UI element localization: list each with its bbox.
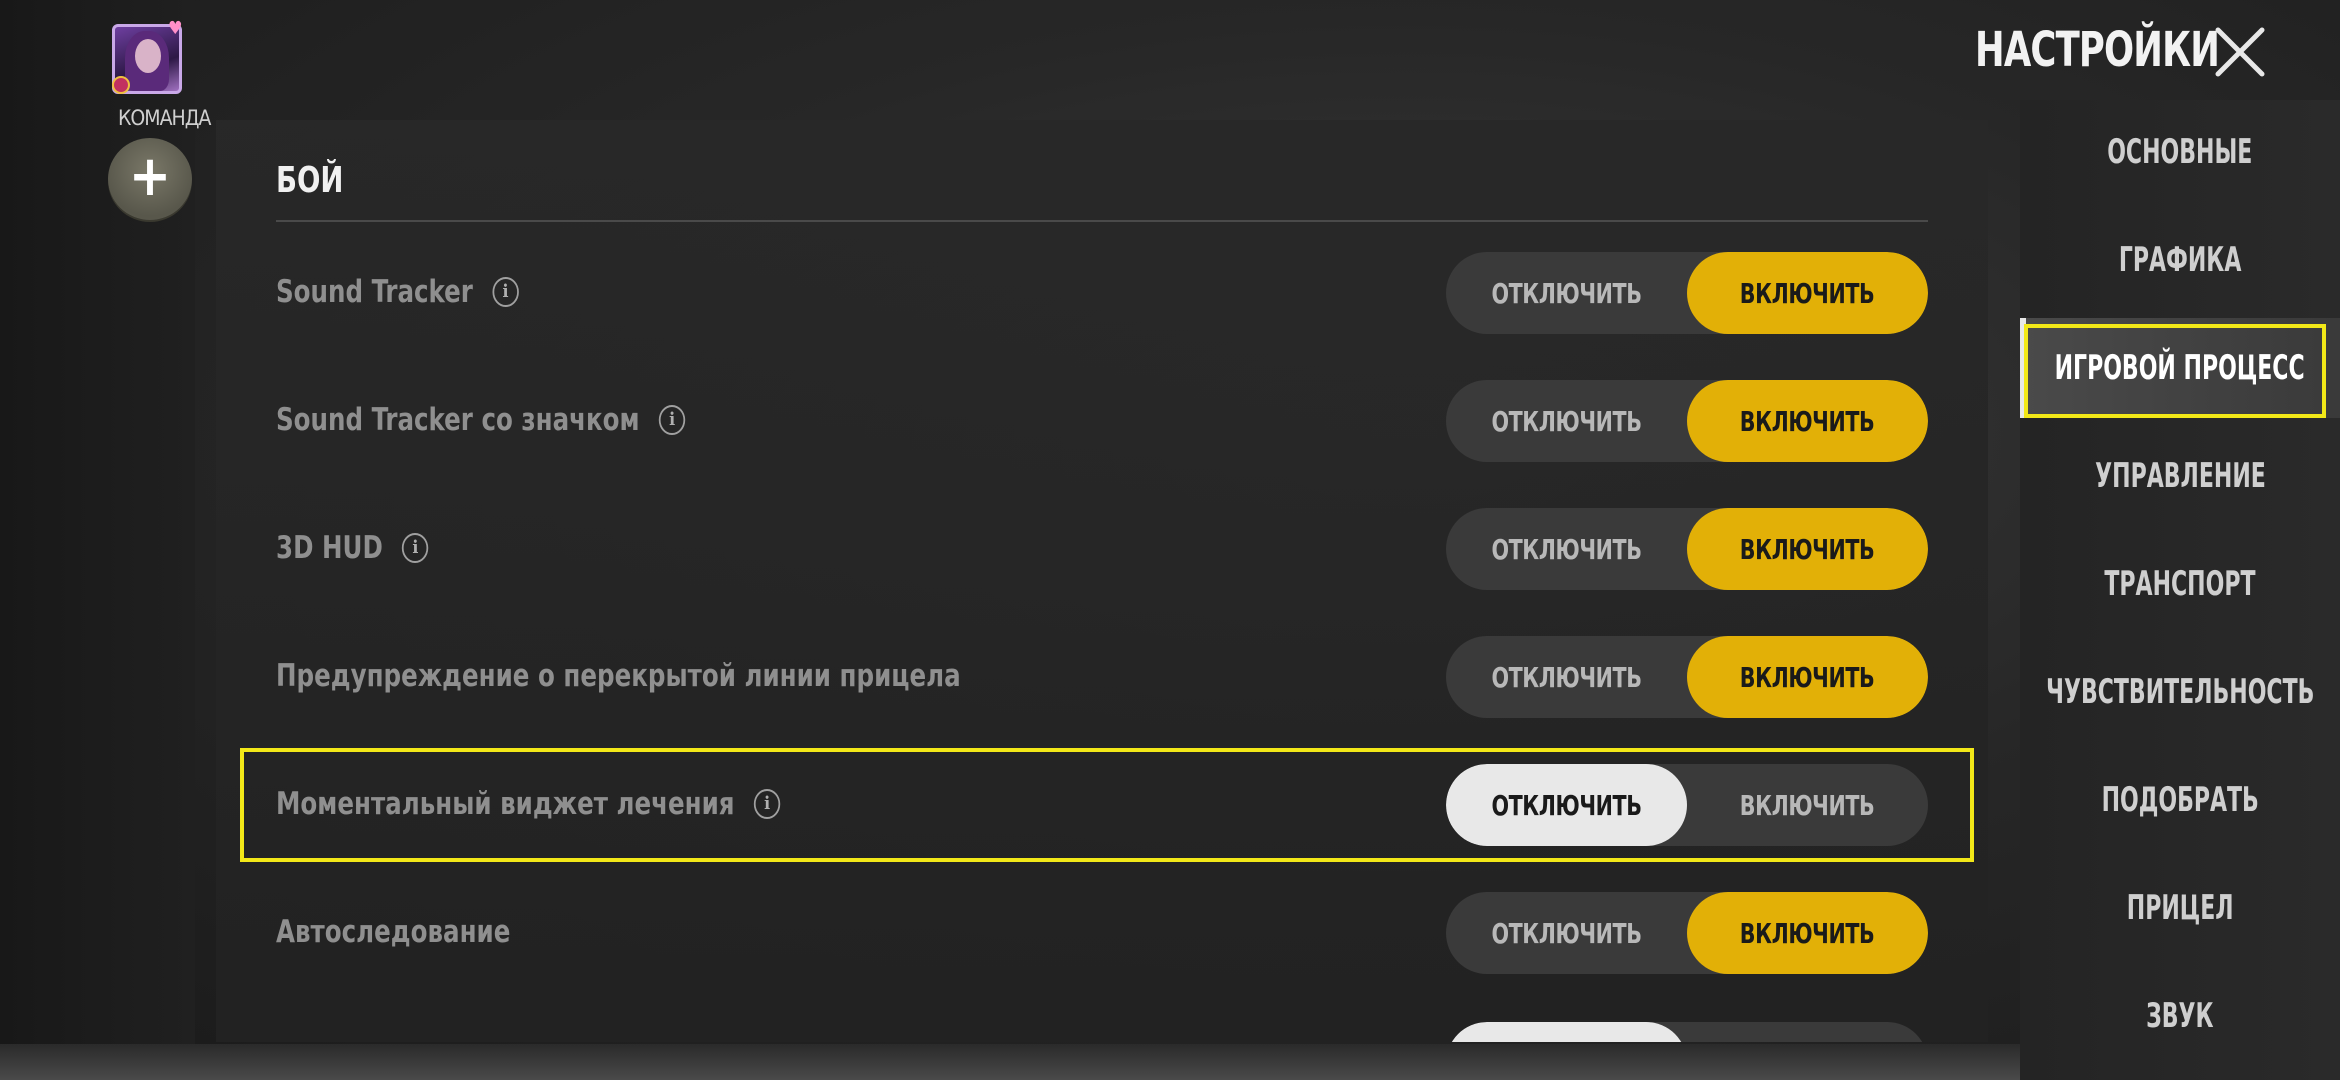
add-team-member-button[interactable]: + [108, 138, 192, 220]
toggle-on-label: ВКЛЮЧИТЬ [1740, 660, 1875, 694]
setting-label: 3D HUD i [276, 488, 429, 608]
sidebar-item-label: ПОДОБРАТЬ [2101, 780, 2259, 820]
toggle-off-label: ОТКЛЮЧИТЬ [1491, 276, 1642, 310]
section-title: БОЙ [276, 160, 344, 201]
setting-label-text: 3D HUD [276, 530, 383, 566]
setting-row: Моментальный виджет лечения i ОТКЛЮЧИТЬ ВКЛ… [216, 744, 1988, 864]
setting-label-text: Sound Tracker [276, 274, 473, 310]
toggle-switch-partial[interactable] [1446, 1022, 1928, 1042]
sidebar-item-label: ПРИЦЕЛ [2126, 888, 2234, 928]
setting-label: Sound Tracker со значком i [276, 360, 686, 480]
heart-icon: ♥ [168, 18, 183, 39]
toggle-on-button[interactable]: ВКЛЮЧИТЬ [1687, 636, 1928, 718]
settings-sidebar: ОСНОВНЫЕ ГРАФИКА ИГРОВОЙ ПРОЦЕСС УПРАВЛЕНИЕ… [2020, 100, 2340, 1080]
toggle-off-button[interactable]: ОТКЛЮЧИТЬ [1446, 636, 1687, 718]
sidebar-item-label: УПРАВЛЕНИЕ [2094, 456, 2266, 496]
section-divider [276, 220, 1928, 222]
close-icon[interactable] [2212, 24, 2268, 80]
toggle-on-button[interactable] [1687, 1022, 1928, 1042]
toggle-off-label: ОТКЛЮЧИТЬ [1491, 532, 1642, 566]
settings-panel: БОЙ Sound Tracker i ОТКЛЮЧИТЬ ВКЛЮЧИТЬ Sound… [216, 120, 1988, 1042]
toggle-on-label: ВКЛЮЧИТЬ [1740, 916, 1875, 950]
toggle-switch: ОТКЛЮЧИТЬ ВКЛЮЧИТЬ [1446, 252, 1928, 334]
setting-label: Sound Tracker i [276, 232, 519, 352]
toggle-off-button[interactable]: ОТКЛЮЧИТЬ [1446, 508, 1687, 590]
info-icon[interactable]: i [492, 277, 519, 307]
sidebar-item[interactable]: ИГРОВОЙ ПРОЦЕСС [2020, 318, 2340, 418]
sidebar-item[interactable]: ТРАНСПОРТ [2020, 534, 2340, 634]
toggle-on-button[interactable]: ВКЛЮЧИТЬ [1687, 892, 1928, 974]
toggle-on-label: ВКЛЮЧИТЬ [1740, 788, 1875, 822]
setting-label-text: Автоследование [276, 914, 511, 950]
setting-label-text: Sound Tracker со значком [276, 402, 640, 438]
page-title: НАСТРОЙКИ [1975, 22, 2220, 78]
setting-row: Предупреждение о перекрытой линии прицел… [216, 616, 1988, 736]
setting-label-text: Моментальный виджет лечения [276, 786, 735, 822]
toggle-switch: ОТКЛЮЧИТЬ ВКЛЮЧИТЬ [1446, 892, 1928, 974]
setting-label: Предупреждение о перекрытой линии прицел… [276, 616, 961, 736]
toggle-off-label: ОТКЛЮЧИТЬ [1491, 916, 1642, 950]
sidebar-item[interactable]: ЧУВСТВИТЕЛЬНОСТЬ [2020, 642, 2340, 742]
toggle-on-button[interactable]: ВКЛЮЧИТЬ [1687, 252, 1928, 334]
setting-label: Моментальный виджет лечения i [276, 744, 781, 864]
toggle-switch: ОТКЛЮЧИТЬ ВКЛЮЧИТЬ [1446, 764, 1928, 846]
setting-row: 3D HUD i ОТКЛЮЧИТЬ ВКЛЮЧИТЬ [216, 488, 1988, 608]
toggle-off-button[interactable] [1446, 1022, 1687, 1042]
toggle-off-button[interactable]: ОТКЛЮЧИТЬ [1446, 380, 1687, 462]
avatar-face [135, 39, 161, 73]
sidebar-item-label: ОСНОВНЫЕ [2107, 132, 2253, 172]
sidebar-item-label: ТРАНСПОРТ [2104, 564, 2256, 604]
sidebar-item[interactable]: ЗВУК [2020, 966, 2340, 1066]
toggle-switch: ОТКЛЮЧИТЬ ВКЛЮЧИТЬ [1446, 508, 1928, 590]
toggle-off-button[interactable]: ОТКЛЮЧИТЬ [1446, 764, 1687, 846]
toggle-on-button[interactable]: ВКЛЮЧИТЬ [1687, 764, 1928, 846]
info-icon[interactable]: i [753, 789, 781, 819]
toggle-on-button[interactable]: ВКЛЮЧИТЬ [1687, 380, 1928, 462]
plus-icon: + [128, 144, 172, 209]
sidebar-item-label: ЗВУК [2146, 996, 2214, 1036]
toggle-off-label: ОТКЛЮЧИТЬ [1491, 660, 1642, 694]
toggle-off-label: ОТКЛЮЧИТЬ [1491, 404, 1642, 438]
toggle-switch: ОТКЛЮЧИТЬ ВКЛЮЧИТЬ [1446, 380, 1928, 462]
sidebar-item[interactable]: УПРАВЛЕНИЕ [2020, 426, 2340, 526]
sidebar-item[interactable]: ОСНОВНЫЕ [2020, 102, 2340, 202]
bottom-fade [0, 1044, 2020, 1080]
settings-screen: ♥ КОМАНДА + НАСТРОЙКИ БОЙ Sound Tracker i… [0, 0, 2340, 1080]
toggle-on-label: ВКЛЮЧИТЬ [1740, 532, 1875, 566]
toggle-on-button[interactable]: ВКЛЮЧИТЬ [1687, 508, 1928, 590]
toggle-off-button[interactable]: ОТКЛЮЧИТЬ [1446, 892, 1687, 974]
sidebar-item-label: ЧУВСТВИТЕЛЬНОСТЬ [2045, 672, 2315, 712]
sidebar-item-label: ИГРОВОЙ ПРОЦЕСС [2054, 348, 2306, 388]
toggle-off-label: ОТКЛЮЧИТЬ [1491, 788, 1642, 822]
setting-row: Sound Tracker i ОТКЛЮЧИТЬ ВКЛЮЧИТЬ [216, 232, 1988, 352]
sidebar-item[interactable]: ГРАФИКА [2020, 210, 2340, 310]
sidebar-item[interactable]: ПОДОБРАТЬ [2020, 750, 2340, 850]
toggle-switch: ОТКЛЮЧИТЬ ВКЛЮЧИТЬ [1446, 636, 1928, 718]
setting-row: Sound Tracker со значком i ОТКЛЮЧИТЬ ВКЛЮЧИ… [216, 360, 1988, 480]
team-label: КОМАНДА [118, 106, 211, 130]
toggle-on-label: ВКЛЮЧИТЬ [1740, 276, 1875, 310]
toggle-on-label: ВКЛЮЧИТЬ [1740, 404, 1875, 438]
info-icon[interactable]: i [402, 533, 429, 563]
info-icon[interactable]: i [658, 405, 686, 435]
setting-label: Автоследование [276, 872, 510, 992]
sidebar-item-label: ГРАФИКА [2118, 240, 2242, 280]
setting-row: Автоследование ОТКЛЮЧИТЬ ВКЛЮЧИТЬ [216, 872, 1988, 992]
avatar-badge [112, 76, 130, 94]
toggle-off-button[interactable]: ОТКЛЮЧИТЬ [1446, 252, 1687, 334]
setting-label-text: Предупреждение о перекрытой линии прицел… [276, 658, 961, 694]
sidebar-item[interactable]: ПРИЦЕЛ [2020, 858, 2340, 958]
